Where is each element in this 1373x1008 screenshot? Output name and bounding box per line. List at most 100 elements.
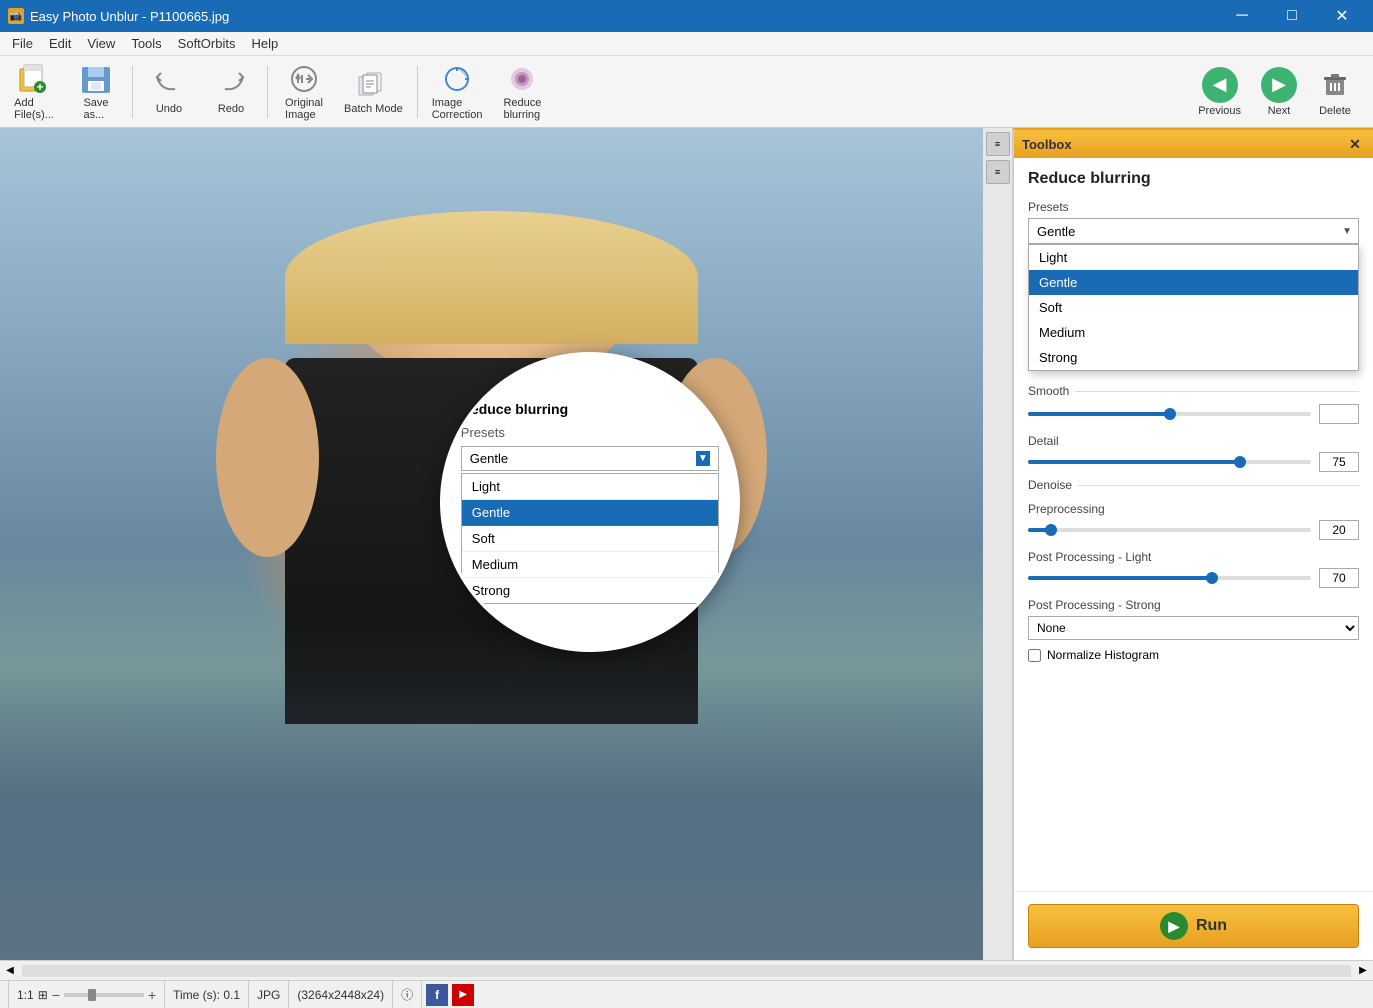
detail-thumb[interactable]	[1234, 456, 1246, 468]
main-content: Reduce blurring Presets Gentle▼ Light Ge…	[0, 128, 1373, 960]
preprocessing-label: Preprocessing	[1028, 502, 1359, 516]
add-files-label: AddFile(s)...	[14, 97, 54, 121]
strip-btn-2[interactable]: ≡	[986, 160, 1010, 184]
close-button[interactable]: ✕	[1319, 0, 1365, 32]
preset-option-gentle[interactable]: Gentle	[1029, 270, 1358, 295]
correction-label: ImageCorrection	[432, 97, 483, 121]
smooth-label: Smooth	[1028, 384, 1069, 398]
save-label: Saveas...	[83, 97, 108, 121]
denoise-section: Denoise	[1028, 478, 1359, 492]
delete-button[interactable]: Delete	[1309, 60, 1361, 124]
separator-2	[267, 66, 268, 118]
batch-mode-button[interactable]: Batch Mode	[336, 60, 411, 124]
smooth-thumb[interactable]	[1164, 408, 1176, 420]
detail-track[interactable]	[1028, 460, 1311, 464]
detail-slider-row	[1028, 452, 1359, 472]
normalize-row: Normalize Histogram	[1028, 648, 1359, 662]
toolbar: + AddFile(s)... Saveas... Undo	[0, 56, 1373, 128]
menu-file[interactable]: File	[4, 32, 41, 55]
smooth-track[interactable]	[1028, 412, 1311, 416]
normalize-label[interactable]: Normalize Histogram	[1047, 648, 1159, 662]
zoom-controls: 1:1 ⊞ − +	[17, 987, 156, 1003]
presets-dropdown-container: Gentle Light Gentle Soft Medium Strong	[1028, 218, 1359, 244]
smooth-value-input[interactable]	[1319, 404, 1359, 424]
add-files-button[interactable]: + AddFile(s)...	[4, 60, 64, 124]
reduce-blurring-button[interactable]: Reduceblurring	[492, 60, 552, 124]
title-bar: 📷 Easy Photo Unblur - P1100665.jpg ─ □ ✕	[0, 0, 1373, 32]
batch-label: Batch Mode	[344, 103, 403, 115]
original-image-button[interactable]: OriginalImage	[274, 60, 334, 124]
post-strong-select[interactable]: None Light Medium Strong	[1028, 616, 1359, 640]
selected-preset-text: Gentle	[1037, 224, 1075, 239]
menu-view[interactable]: View	[79, 32, 123, 55]
zoom-icon: ⊞	[38, 988, 48, 1002]
toolbox-close-button[interactable]: ✕	[1345, 134, 1365, 154]
toolbox-left-strip: ≡ ≡	[983, 128, 1013, 960]
format-indicator: JPG	[249, 981, 289, 1008]
preset-option-strong[interactable]: Strong	[1029, 345, 1358, 370]
save-as-button[interactable]: Saveas...	[66, 60, 126, 124]
previous-label: Previous	[1198, 105, 1241, 117]
delete-label: Delete	[1319, 105, 1351, 117]
preset-option-light[interactable]: Light	[1029, 245, 1358, 270]
status-bar: 1:1 ⊞ − + Time (s): 0.1 JPG (3264x2448x2…	[0, 980, 1373, 1008]
next-label: Next	[1268, 105, 1291, 117]
undo-icon	[153, 69, 185, 101]
image-correction-button[interactable]: ImageCorrection	[424, 60, 491, 124]
menu-softorbits[interactable]: SoftOrbits	[170, 32, 244, 55]
info-indicator[interactable]: ⓘ	[393, 981, 422, 1008]
next-button[interactable]: ▶ Next	[1253, 60, 1305, 124]
smooth-section: Smooth	[1028, 384, 1359, 398]
scroll-track[interactable]	[22, 965, 1351, 977]
toolbox-section-title: Reduce blurring	[1028, 170, 1359, 188]
zoom-slider[interactable]	[64, 993, 144, 997]
previous-button[interactable]: ◀ Previous	[1190, 60, 1249, 124]
image-area[interactable]: Reduce blurring Presets Gentle▼ Light Ge…	[0, 128, 983, 960]
undo-button[interactable]: Undo	[139, 60, 199, 124]
normalize-checkbox[interactable]	[1028, 649, 1041, 662]
post-light-value-input[interactable]	[1319, 568, 1359, 588]
preprocessing-thumb[interactable]	[1045, 524, 1057, 536]
post-light-slider-row	[1028, 568, 1359, 588]
time-indicator: Time (s): 0.1	[165, 981, 249, 1008]
separator-3	[417, 66, 418, 118]
scroll-left-arrow[interactable]: ◀	[0, 961, 20, 981]
menu-edit[interactable]: Edit	[41, 32, 79, 55]
preprocessing-value-input[interactable]	[1319, 520, 1359, 540]
run-icon: ▶	[1160, 912, 1188, 940]
toolbox-wrapper: ≡ ≡ Toolbox ✕ Reduce blurring Presets Ge…	[983, 128, 1373, 960]
menu-bar: File Edit View Tools SoftOrbits Help	[0, 32, 1373, 56]
run-label: Run	[1196, 917, 1227, 935]
preprocessing-slider-row	[1028, 520, 1359, 540]
post-light-track[interactable]	[1028, 576, 1311, 580]
preset-option-medium[interactable]: Medium	[1029, 320, 1358, 345]
window-title: Easy Photo Unblur - P1100665.jpg	[30, 9, 229, 24]
maximize-button[interactable]: □	[1269, 0, 1315, 32]
redo-button[interactable]: Redo	[201, 60, 261, 124]
toolbox: Toolbox ✕ Reduce blurring Presets Gentle…	[1013, 128, 1373, 960]
menu-tools[interactable]: Tools	[123, 32, 169, 55]
facebook-icon[interactable]: f	[426, 984, 448, 1006]
zoom-minus-button[interactable]: −	[52, 987, 60, 1003]
original-label: OriginalImage	[285, 97, 323, 121]
post-light-thumb[interactable]	[1206, 572, 1218, 584]
preset-option-soft[interactable]: Soft	[1029, 295, 1358, 320]
strip-btn-1[interactable]: ≡	[986, 132, 1010, 156]
zoom-plus-button[interactable]: +	[148, 987, 156, 1003]
presets-dropdown: Light Gentle Soft Medium Strong	[1028, 244, 1359, 371]
presets-selected[interactable]: Gentle	[1028, 218, 1359, 244]
correction-icon	[441, 63, 473, 95]
detail-value-input[interactable]	[1319, 452, 1359, 472]
save-icon	[80, 63, 112, 95]
run-btn-container: ▶ Run	[1014, 891, 1373, 960]
youtube-icon[interactable]: ▶	[452, 984, 474, 1006]
scroll-bar-area: ◀ ▶	[0, 960, 1373, 980]
run-button[interactable]: ▶ Run	[1028, 904, 1359, 948]
minimize-button[interactable]: ─	[1219, 0, 1265, 32]
preprocessing-track[interactable]	[1028, 528, 1311, 532]
menu-help[interactable]: Help	[243, 32, 286, 55]
post-strong-label: Post Processing - Strong	[1028, 598, 1359, 612]
post-strong-dropdown-container: None Light Medium Strong	[1028, 616, 1359, 640]
scroll-right-arrow[interactable]: ▶	[1353, 961, 1373, 981]
smooth-fill	[1028, 412, 1170, 416]
